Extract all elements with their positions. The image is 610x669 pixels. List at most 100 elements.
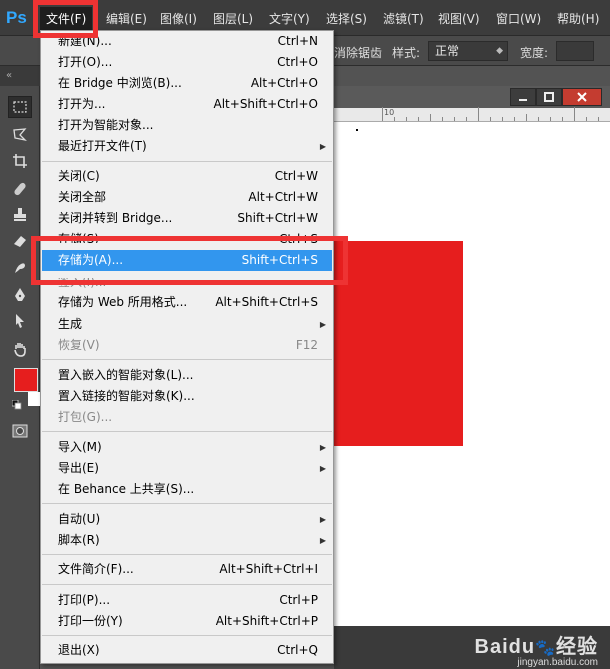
crop-tool-icon[interactable]: [8, 150, 32, 172]
eraser-tool-icon[interactable]: [8, 230, 32, 252]
stamp-tool-icon[interactable]: [8, 204, 32, 226]
menu-item-print[interactable]: 打印(P)... Ctrl+P: [42, 590, 332, 611]
maximize-button[interactable]: [536, 88, 562, 106]
ruler-tick: [478, 107, 479, 121]
ruler-tick: [598, 117, 599, 121]
menu-item-import[interactable]: 导入(M) ▶: [42, 437, 332, 458]
smudge-tool-icon[interactable]: [8, 256, 32, 278]
menu-filter[interactable]: 滤镜(T): [383, 9, 424, 29]
maximize-icon: [544, 92, 554, 102]
ruler-tick: [514, 117, 515, 121]
menu-separator: [42, 554, 332, 555]
menu-edit[interactable]: 编辑(E): [106, 9, 147, 29]
menu-view[interactable]: 视图(V): [438, 9, 480, 29]
style-label: 样式:: [392, 46, 421, 60]
menu-image[interactable]: 图像(I): [160, 9, 197, 29]
ruler-tick: [466, 117, 467, 121]
path-selection-icon[interactable]: [8, 310, 32, 332]
menu-item-open-as[interactable]: 打开为... Alt+Shift+Ctrl+O: [42, 94, 332, 115]
foreground-color-swatch[interactable]: [14, 368, 38, 392]
antialias-label[interactable]: 消除锯齿: [334, 44, 382, 61]
ruler-tick: [394, 117, 395, 121]
menu-layer[interactable]: 图层(L): [213, 9, 253, 29]
menu-item-open[interactable]: 打开(O)... Ctrl+O: [42, 52, 332, 73]
menu-type[interactable]: 文字(Y): [269, 9, 310, 29]
menu-item-close[interactable]: 关闭(C) Ctrl+W: [42, 166, 332, 187]
lasso-tool-icon[interactable]: [8, 124, 32, 146]
watermark-brand: Baidu: [474, 636, 536, 658]
minimize-icon: [519, 99, 527, 101]
menu-separator: [42, 635, 332, 636]
menu-item-automate[interactable]: 自动(U) ▶: [42, 509, 332, 530]
menu-item-share-behance[interactable]: 在 Behance 上共享(S)...: [42, 479, 332, 500]
close-button[interactable]: [562, 88, 602, 106]
ruler-tick: [490, 117, 491, 121]
menu-item-place-linked[interactable]: 置入链接的智能对象(K)...: [42, 386, 332, 407]
callout-save-as: [31, 236, 348, 285]
background-color-swatch[interactable]: [28, 392, 40, 406]
document-statusbar: Baidu🐾经验 jingyan.baidu.com: [334, 626, 610, 669]
menu-item-open-as-smart-object[interactable]: 打开为智能对象...: [42, 115, 332, 136]
menu-select[interactable]: 选择(S): [326, 9, 367, 29]
menu-help[interactable]: 帮助(H): [557, 9, 599, 29]
menu-item-package: 打包(G)...: [58, 410, 113, 424]
paw-icon: 🐾: [535, 640, 556, 657]
menu-item-save-for-web[interactable]: 存储为 Web 所用格式... Alt+Shift+Ctrl+S: [42, 292, 332, 313]
menu-item-export[interactable]: 导出(E) ▶: [42, 458, 332, 479]
tools-panel: [0, 86, 40, 669]
ruler-tick: [454, 117, 455, 121]
ruler-tick: [574, 107, 575, 121]
callout-file-menu: [33, 0, 98, 38]
ruler-tick: [430, 114, 431, 121]
baidu-watermark: Baidu🐾经验 jingyan.baidu.com: [475, 630, 598, 668]
photoshop-logo: Ps: [6, 8, 27, 27]
document-canvas[interactable]: [334, 122, 610, 626]
horizontal-ruler: 10: [334, 107, 610, 122]
submenu-arrow-icon: ▶: [319, 443, 326, 452]
submenu-arrow-icon: ▶: [319, 142, 326, 151]
ruler-label: 10: [384, 108, 395, 117]
menu-item-exit[interactable]: 退出(X) Ctrl+Q: [42, 640, 332, 661]
submenu-arrow-icon: ▶: [319, 515, 326, 524]
ruler-tick: [526, 114, 527, 121]
menu-separator: [42, 503, 332, 504]
ruler-tick: [406, 117, 407, 121]
watermark-jingyan: 经验: [556, 636, 598, 658]
toolbar-collapse[interactable]: «: [0, 66, 40, 86]
submenu-arrow-icon: ▶: [319, 320, 326, 329]
ruler-tick: [502, 117, 503, 121]
close-icon: [577, 92, 587, 102]
menu-item-scripts[interactable]: 脚本(R) ▶: [42, 530, 332, 551]
submenu-arrow-icon: ▶: [319, 536, 326, 545]
menu-item-close-all[interactable]: 关闭全部 Alt+Ctrl+W: [42, 187, 332, 208]
quick-mask-icon[interactable]: [12, 424, 28, 438]
menu-separator: [42, 431, 332, 432]
red-rectangle-shape[interactable]: [334, 241, 463, 446]
ruler-tick: [586, 117, 587, 121]
menu-item-print-one-copy[interactable]: 打印一份(Y) Alt+Shift+Ctrl+P: [42, 611, 332, 632]
menu-item-generate[interactable]: 生成 ▶: [42, 314, 332, 335]
menu-item-file-info[interactable]: 文件简介(F)... Alt+Shift+Ctrl+I: [42, 559, 332, 580]
menu-item-browse-bridge[interactable]: 在 Bridge 中浏览(B)... Alt+Ctrl+O: [42, 73, 332, 94]
ruler-tick: [550, 117, 551, 121]
marquee-tool-icon[interactable]: [8, 96, 32, 118]
minimize-button[interactable]: [510, 88, 536, 106]
menu-item-close-go-bridge[interactable]: 关闭并转到 Bridge... Shift+Ctrl+W: [42, 208, 332, 229]
default-colors-icon[interactable]: [12, 400, 22, 410]
menu-item-revert: 恢复(V) F12: [58, 338, 318, 352]
width-input[interactable]: [556, 41, 594, 61]
style-select[interactable]: 正常 ◆: [428, 41, 508, 61]
style-select-value: 正常: [435, 44, 460, 58]
menu-item-recent-files[interactable]: 最近打开文件(T) ▶: [42, 136, 332, 157]
document-titlebar: [334, 86, 610, 108]
menu-separator: [42, 584, 332, 585]
menu-item-place-embedded[interactable]: 置入嵌入的智能对象(L)...: [42, 365, 332, 386]
width-label: 宽度:: [520, 46, 549, 60]
pen-tool-icon[interactable]: [8, 284, 32, 306]
ruler-tick: [538, 117, 539, 121]
canvas-pixel: [356, 129, 358, 131]
hand-tool-icon[interactable]: [8, 338, 32, 360]
menu-window[interactable]: 窗口(W): [496, 9, 541, 29]
ruler-tick: [562, 117, 563, 121]
healing-brush-icon[interactable]: [8, 178, 32, 200]
